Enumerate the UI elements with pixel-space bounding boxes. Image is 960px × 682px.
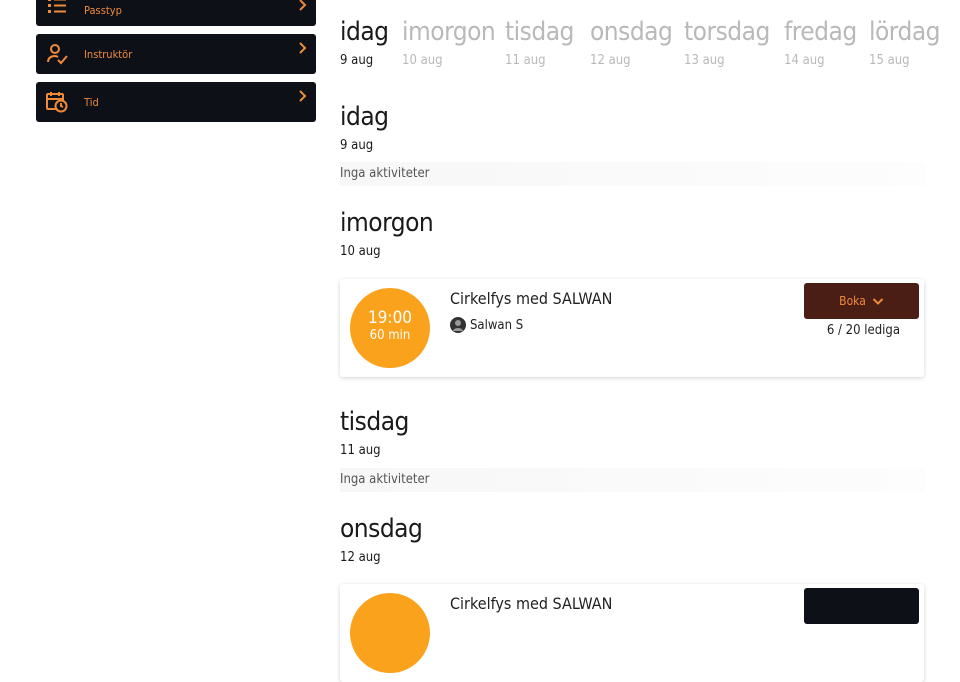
tab-imorgon[interactable]: imorgon 10 aug	[402, 10, 496, 68]
day-title: onsdag	[340, 514, 423, 544]
list-icon	[48, 0, 66, 13]
chevron-right-icon	[299, 0, 307, 11]
book-button[interactable]	[804, 588, 919, 624]
tab-date: 14 aug	[784, 53, 825, 68]
tab-date: 11 aug	[505, 53, 546, 68]
tab-name: tisdag	[505, 17, 574, 47]
tab-name: torsdag	[684, 17, 770, 47]
chevron-right-icon	[299, 42, 307, 54]
tab-idag[interactable]: idag 9 aug	[340, 10, 389, 68]
book-button[interactable]: Boka	[804, 283, 919, 319]
empty-message: Inga aktiviteter	[340, 162, 925, 186]
avatar-icon	[450, 317, 466, 333]
available-slots: 6 / 20 lediga	[826, 323, 900, 338]
user-check-icon	[47, 44, 68, 65]
tab-date: 13 aug	[684, 53, 725, 68]
tab-fredag[interactable]: fredag 14 aug	[784, 10, 857, 68]
day-tabs: idag 9 aug imorgon 10 aug tisdag 11 aug …	[340, 10, 960, 70]
tab-torsdag[interactable]: torsdag 13 aug	[684, 10, 770, 68]
day-date: 10 aug	[340, 244, 381, 259]
filter-label: Tid	[84, 95, 99, 109]
instructor-name: Salwan S	[470, 317, 524, 333]
chevron-down-icon	[872, 297, 884, 305]
empty-message: Inga aktiviteter	[340, 468, 925, 492]
day-title: imorgon	[340, 208, 434, 238]
time-badge: 19:00 60 min	[350, 288, 430, 368]
book-label: Boka	[839, 294, 866, 308]
tab-name: fredag	[784, 17, 857, 47]
tab-date: 15 aug	[869, 53, 910, 68]
activity-duration: 60 min	[369, 328, 411, 343]
activity-card[interactable]: Cirkelfys med SALWAN	[340, 584, 924, 682]
tab-tisdag[interactable]: tisdag 11 aug	[505, 10, 574, 68]
tab-name: idag	[340, 17, 389, 47]
day-title: tisdag	[340, 407, 409, 437]
tab-date: 9 aug	[340, 53, 374, 68]
day-date: 11 aug	[340, 443, 381, 458]
filter-tid[interactable]: Tid	[36, 82, 316, 122]
filter-label: Passtyp	[84, 4, 122, 17]
day-date: 12 aug	[340, 550, 381, 565]
filter-label: Instruktör	[84, 47, 133, 61]
tab-name: imorgon	[402, 17, 496, 47]
calendar-clock-icon	[46, 92, 68, 113]
chevron-right-icon	[299, 90, 307, 102]
activity-time: 19:00	[367, 308, 413, 328]
tab-name: onsdag	[590, 17, 673, 47]
tab-date: 12 aug	[590, 53, 631, 68]
filter-instruktor[interactable]: Instruktör	[36, 34, 316, 74]
tab-date: 10 aug	[402, 53, 443, 68]
activity-title: Cirkelfys med SALWAN	[450, 289, 613, 308]
activity-title: Cirkelfys med SALWAN	[450, 594, 613, 613]
activity-card[interactable]: 19:00 60 min Cirkelfys med SALWAN Salwan…	[340, 279, 924, 377]
time-badge	[350, 593, 430, 673]
tab-lordag[interactable]: lördag 15 aug	[869, 10, 941, 68]
tab-name: lördag	[869, 17, 941, 47]
filter-passtyp[interactable]: Passtyp	[36, 0, 316, 26]
tab-onsdag[interactable]: onsdag 12 aug	[590, 10, 673, 68]
day-title: idag	[340, 102, 389, 132]
day-date: 9 aug	[340, 138, 374, 153]
instructor: Salwan S	[450, 317, 523, 333]
